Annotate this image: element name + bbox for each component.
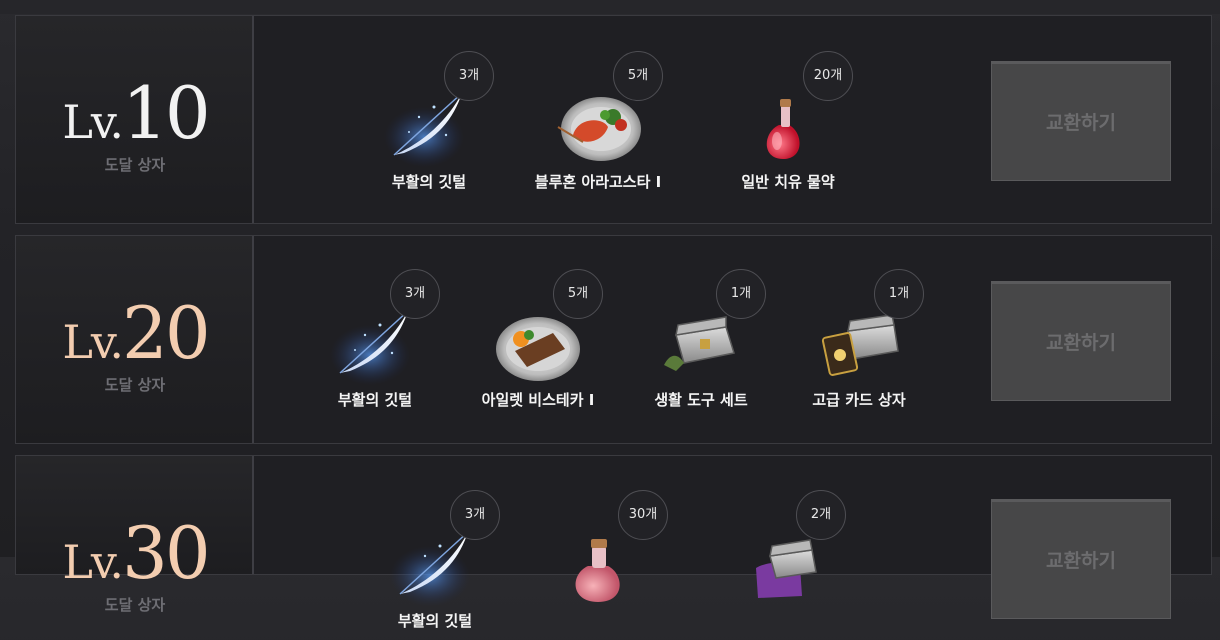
reward-item: 30개 [518,490,688,640]
level-title: Lv.10 [62,71,210,155]
item-count-badge: 2개 [796,490,846,540]
item-name: 일반 치유 물약 [741,173,835,191]
reward-item: 5개 블루혼 아라고스타 Ⅰ [513,51,683,201]
reward-item: 3개 부활의 깃털 [344,51,514,201]
item-name: 아일렛 비스테카 Ⅰ [481,391,595,409]
reward-item: 20개 일반 치유 물약 [703,51,873,201]
reward-item: 3개 부활의 깃털 [350,490,520,640]
level-title: Lv.30 [62,511,210,595]
item-name: 고급 카드 상자 [812,391,906,409]
item-name: 부활의 깃털 [391,173,467,191]
item-count-badge: 3개 [390,269,440,319]
reach-box-label: 도달 상자 [104,596,166,614]
level-box: Lv.20 도달 상자 [16,236,254,443]
item-name: 블루혼 아라고스타 Ⅰ [534,173,662,191]
item-name: 부활의 깃털 [397,612,473,630]
reach-box-label: 도달 상자 [104,376,166,394]
item-name: 부활의 깃털 [337,391,413,409]
item-name: 생활 도구 세트 [654,391,748,409]
exchange-button[interactable]: 교환하기 [991,61,1171,181]
item-count-badge: 1개 [716,269,766,319]
exchange-button[interactable]: 교환하기 [991,499,1171,619]
reward-row-lv20: Lv.20 도달 상자 3개 부활의 깃털 5개 아일렛 비스테카 Ⅰ 1개 생… [15,235,1212,444]
reward-item: 1개 생활 도구 세트 [616,269,786,419]
level-box: Lv.10 도달 상자 [16,16,254,223]
reward-item: 5개 아일렛 비스테카 Ⅰ [453,269,623,419]
item-count-badge: 3개 [450,490,500,540]
level-title: Lv.20 [62,291,210,375]
reward-item: 2개 [696,490,866,640]
reward-item: 3개 부활의 깃털 [290,269,460,419]
reward-row-lv10: Lv.10 도달 상자 3개 부활의 깃털 5개 블루혼 아라고스타 Ⅰ 20개… [15,15,1212,224]
reward-row-lv30: Lv.30 도달 상자 3개 부활의 깃털 30개 2개 교환하기 [15,455,1212,630]
item-count-badge: 1개 [874,269,924,319]
exchange-button[interactable]: 교환하기 [991,281,1171,401]
reward-item: 1개 고급 카드 상자 [774,269,944,419]
item-count-badge: 3개 [444,51,494,101]
level-box: Lv.30 도달 상자 [16,456,254,614]
item-count-badge: 30개 [618,490,668,540]
item-count-badge: 5개 [553,269,603,319]
reach-box-label: 도달 상자 [104,156,166,174]
top-strip [0,0,1220,14]
item-count-badge: 20개 [803,51,853,101]
item-count-badge: 5개 [613,51,663,101]
